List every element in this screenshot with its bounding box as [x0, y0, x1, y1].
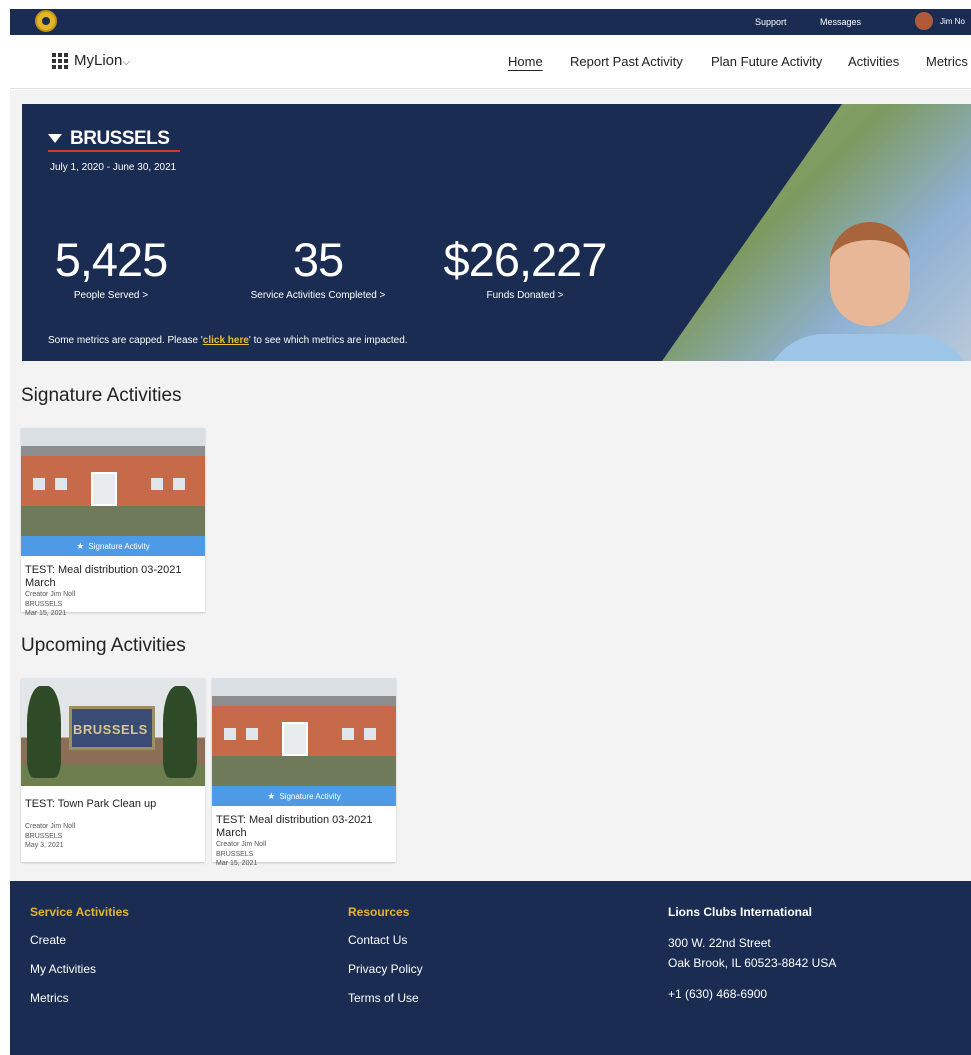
activity-card[interactable]: ★ Signature Activity TEST: Meal distribut… [212, 678, 396, 867]
footer-link-my-activities[interactable]: My Activities [30, 962, 129, 976]
address-line-2: Oak Brook, IL 60523-8842 USA [668, 956, 837, 970]
user-avatar[interactable] [915, 12, 933, 30]
activity-club: BRUSSELS [216, 850, 254, 858]
activity-card[interactable]: BRUSSELS TEST: Town Park Clean up Creato… [21, 678, 205, 862]
activity-card[interactable]: ★ Signature Activity TEST: Meal distribut… [21, 428, 205, 617]
top-utility-bar: Support Messages Jim No [10, 9, 971, 35]
app-grid-icon[interactable] [52, 53, 70, 69]
metric-label: Funds Donated > [486, 290, 564, 301]
footer-heading: Lions Clubs International [668, 905, 813, 919]
footer-service-activities: Service Activities Create My Activities … [30, 905, 129, 1020]
metrics-capped-note: Some metrics are capped. Please 'click h… [48, 335, 408, 346]
footer-resources: Resources Contact Us Privacy Policy Term… [348, 905, 423, 1020]
activity-title: TEST: Town Park Clean up [25, 798, 157, 810]
footer-link-terms-of-use[interactable]: Terms of Use [348, 991, 423, 1005]
metric-label: Service Activities Completed > [250, 290, 386, 301]
site-footer: Service Activities Create My Activities … [10, 881, 971, 1055]
activity-club: BRUSSELS [25, 832, 63, 840]
park-sign-text: BRUSSELS [73, 722, 148, 737]
upcoming-activities-heading: Upcoming Activities [21, 635, 186, 656]
activity-creator: Creator Jim Noll [216, 841, 267, 848]
footer-link-contact-us[interactable]: Contact Us [348, 933, 423, 947]
footer-heading: Resources [348, 905, 410, 919]
footer-link-create[interactable]: Create [30, 933, 129, 947]
caret-down-icon [48, 134, 62, 143]
hero-person-head [830, 222, 910, 326]
click-here-link[interactable]: click here [203, 335, 249, 346]
service-activities-metric[interactable]: 35 Service Activities Completed > [236, 233, 400, 302]
metric-value: $26,227 [443, 233, 608, 286]
footer-heading: Service Activities [30, 905, 129, 919]
metric-value: 35 [292, 233, 344, 286]
metric-value: 5,425 [54, 233, 169, 286]
activity-title: TEST: Meal distribution 03-2021 March [25, 564, 182, 589]
star-icon: ★ [267, 791, 276, 801]
note-text-after: ' to see which metrics are impacted. [248, 335, 408, 346]
footer-link-metrics[interactable]: Metrics [30, 991, 129, 1005]
activity-date: Mar 15, 2021 [25, 610, 67, 617]
footer-organization: Lions Clubs International 300 W. 22nd St… [668, 905, 836, 1001]
brand-label: MyLion [74, 52, 123, 69]
nav-report-past-activity[interactable]: Report Past Activity [570, 54, 683, 69]
nav-home[interactable]: Home [508, 54, 543, 69]
badge-label: Signature Activity [279, 792, 341, 801]
activity-title: TEST: Meal distribution 03-2021 March [216, 814, 373, 839]
address-line-1: 300 W. 22nd Street [668, 936, 771, 950]
activity-image [21, 428, 205, 536]
chevron-down-icon: ⌵ [122, 57, 130, 68]
activity-image: BRUSSELS [21, 678, 205, 786]
main-nav: MyLion⌵ Home Report Past Activity Plan F… [10, 35, 971, 89]
fiscal-year-range: July 1, 2020 - June 30, 2021 [50, 162, 177, 173]
signature-activities-heading: Signature Activities [21, 385, 182, 406]
club-hero-banner: BRUSSELS July 1, 2020 - June 30, 2021 5,… [22, 104, 971, 361]
messages-link[interactable]: Messages [820, 17, 861, 27]
nav-plan-future-activity[interactable]: Plan Future Activity [711, 54, 822, 69]
activity-club: BRUSSELS [25, 600, 63, 608]
nav-activities[interactable]: Activities [848, 54, 899, 69]
nav-metrics[interactable]: Metrics [926, 54, 968, 69]
activity-creator: Creator Jim Noll [25, 591, 76, 598]
mylion-menu[interactable]: MyLion⌵ [74, 52, 130, 69]
support-link[interactable]: Support [755, 17, 787, 27]
activity-image [212, 678, 396, 786]
funds-donated-metric[interactable]: $26,227 Funds Donated > [430, 233, 620, 302]
hero-photo [662, 104, 971, 361]
activity-date: May 3, 2021 [25, 842, 64, 849]
club-selector[interactable]: BRUSSELS [48, 128, 180, 152]
user-name[interactable]: Jim No [940, 17, 965, 26]
club-name: BRUSSELS [70, 128, 170, 149]
phone-number: +1 (630) 468-6900 [668, 987, 768, 1001]
note-text-before: Some metrics are capped. Please ' [48, 335, 203, 346]
activity-date: Mar 15, 2021 [216, 860, 258, 867]
footer-link-privacy-policy[interactable]: Privacy Policy [348, 962, 423, 976]
activity-creator: Creator Jim Noll [25, 823, 76, 830]
signature-activity-badge: ★ Signature Activity [21, 536, 205, 556]
badge-label: Signature Activity [88, 542, 150, 551]
metric-label: People Served > [73, 290, 149, 301]
lions-logo-icon[interactable] [35, 10, 57, 32]
people-served-metric[interactable]: 5,425 People Served > [46, 233, 176, 302]
signature-activity-badge: ★ Signature Activity [212, 786, 396, 806]
star-icon: ★ [76, 541, 85, 551]
